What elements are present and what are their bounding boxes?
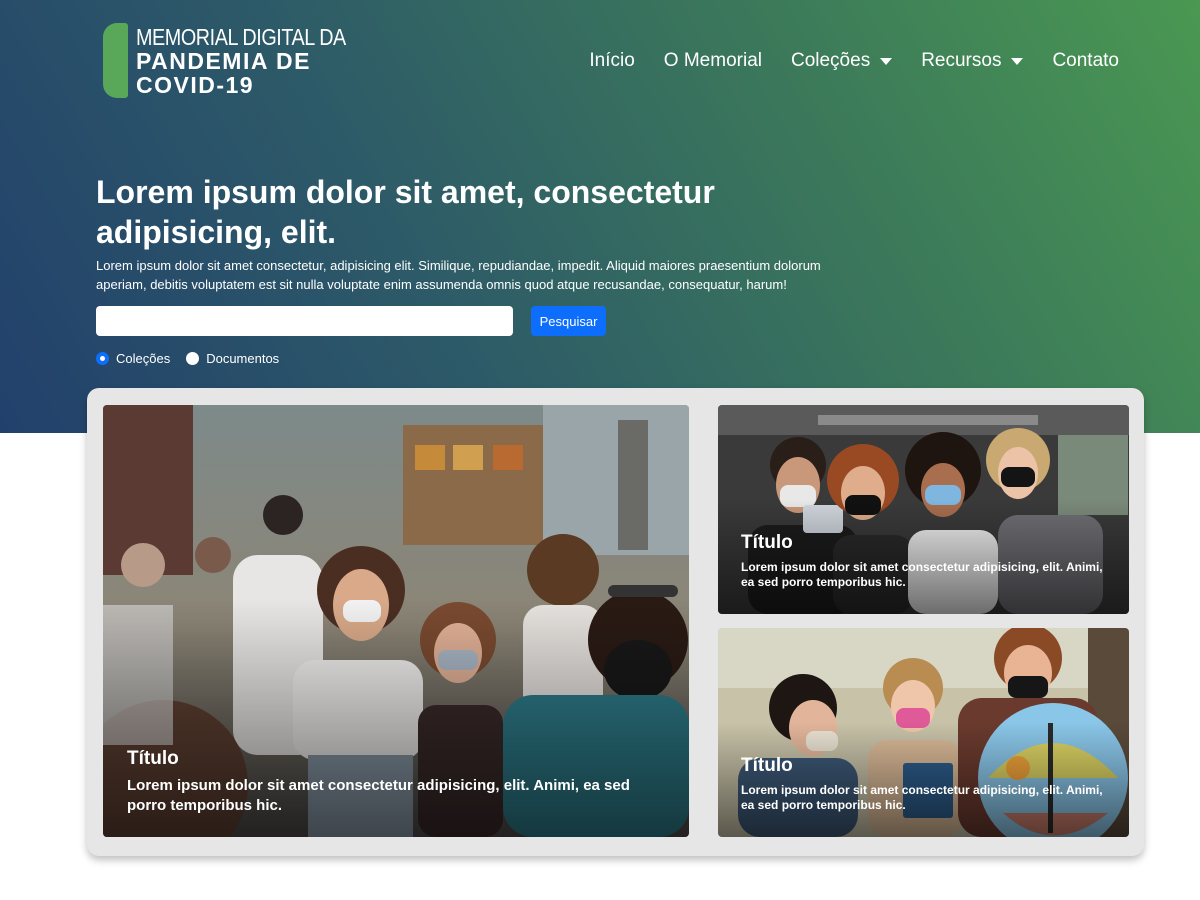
radio-button-checked[interactable] [96,352,109,365]
logo-text-line-2: PANDEMIA DE [136,48,311,74]
card-title: Título [127,748,179,769]
nav-item-label: Coleções [790,50,871,71]
radio-label: Coleções [116,351,171,366]
card-overlay [718,722,1129,837]
chevron-down-icon [1011,57,1024,65]
card-overlay [718,499,1129,614]
search-input[interactable] [96,306,513,336]
card-title: Título [741,532,793,553]
card-title: Título [741,755,793,776]
radio-label: Documentos [206,351,280,366]
nav-item-inicio[interactable]: Início [589,50,634,72]
nav-item-label: O Memorial [663,50,762,71]
site-logo[interactable]: MEMORIAL DIGITAL DA PANDEMIA DE COVID-19 [103,22,346,100]
nav-item-label: Contato [1052,50,1119,71]
featured-card-bottom-right[interactable]: Título Lorem ipsum dolor sit amet consec… [718,628,1129,837]
nav-item-colecoes[interactable]: Coleções [790,50,893,72]
nav-item-label: Início [589,50,635,71]
logo-mark [103,23,128,98]
featured-gallery: Título Lorem ipsum dolor sit amet consec… [87,388,1144,856]
main-nav: Início O Memorial Coleções Recursos Cont… [560,50,1119,72]
nav-item-label: Recursos [921,50,1002,71]
nav-item-o-memorial[interactable]: O Memorial [664,50,762,72]
logo-text-line-3: COVID-19 [136,72,255,98]
radio-button-unchecked[interactable] [186,352,200,365]
card-text: Lorem ipsum dolor sit amet consectetur a… [741,560,1103,589]
featured-card-top-right[interactable]: Título Lorem ipsum dolor sit amet consec… [718,405,1129,614]
hero-description: Lorem ipsum dolor sit amet consectetur, … [96,258,821,292]
nav-item-contato[interactable]: Contato [1052,50,1119,72]
card-text: Lorem ipsum dolor sit amet consectetur a… [741,783,1103,812]
search-scope-radio-group: Coleções Documentos [96,351,295,366]
card-text: Lorem ipsum dolor sit amet consectetur a… [127,777,630,814]
nav-item-recursos[interactable]: Recursos [921,50,1024,72]
search-button[interactable]: Pesquisar [531,306,606,336]
radio-option-documentos[interactable]: Documentos [186,351,279,366]
featured-card-large[interactable]: Título Lorem ipsum dolor sit amet consec… [103,405,689,837]
chevron-down-icon [880,57,893,65]
hero-title: Lorem ipsum dolor sit amet, consectetur … [96,174,715,250]
logo-text-line-1: MEMORIAL DIGITAL DA [136,24,346,50]
page: MEMORIAL DIGITAL DA PANDEMIA DE COVID-19… [0,0,1200,900]
radio-option-colecoes[interactable]: Coleções [96,351,170,366]
